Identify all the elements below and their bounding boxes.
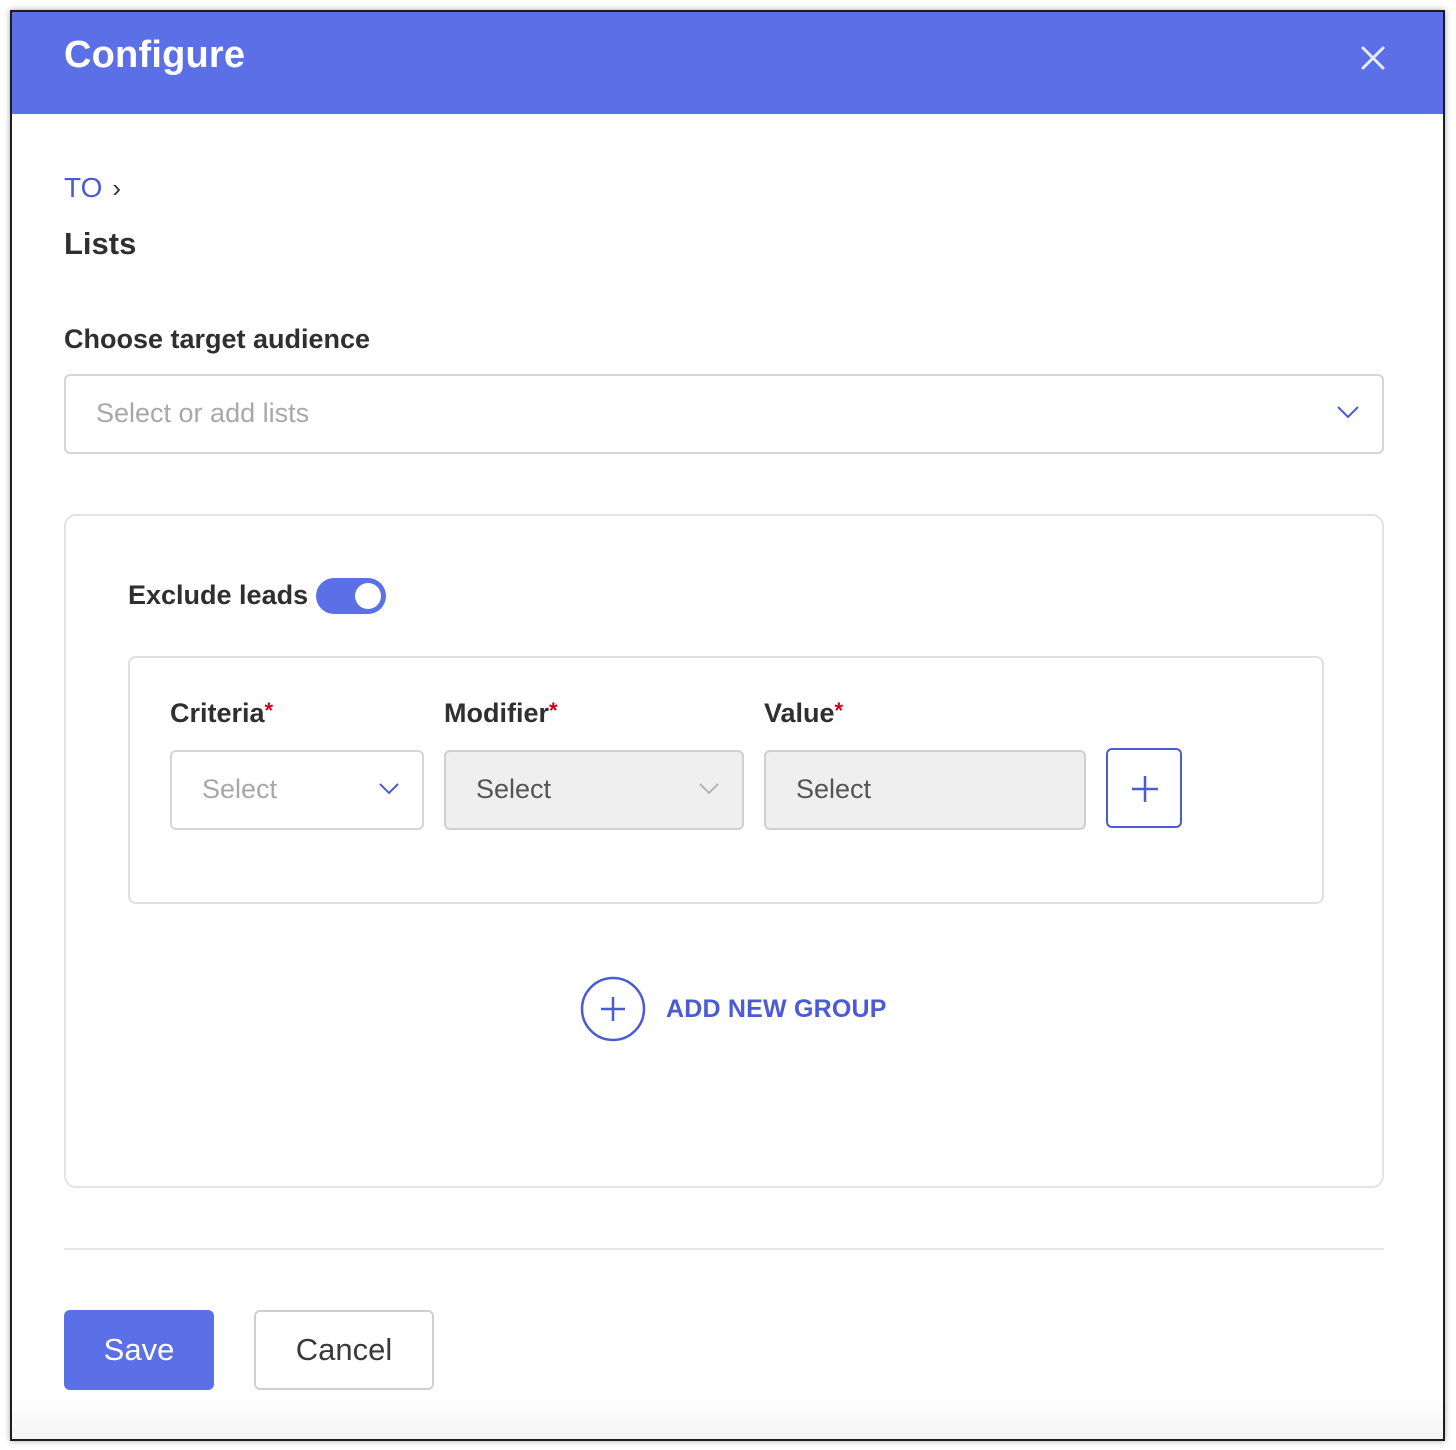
criteria-placeholder: Select [202,774,278,804]
criteria-label-text: Criteria [170,698,265,728]
breadcrumb: TO › [64,172,121,204]
modifier-select[interactable]: Select [444,750,744,830]
chevron-down-icon [699,783,719,795]
criteria-select[interactable]: Select [170,750,424,830]
value-placeholder: Select [796,774,872,804]
cancel-button[interactable]: Cancel [254,1310,434,1390]
plus-icon [1132,776,1158,802]
dialog-title: Configure [64,34,246,76]
add-new-group-label: ADD NEW GROUP [666,994,887,1023]
exclude-leads-label: Exclude leads [128,580,309,610]
exclude-panel: Exclude leads Criteria* Modifier* Value*… [64,514,1384,1188]
target-audience-label: Choose target audience [64,324,371,354]
value-label: Value* [764,698,843,729]
chevron-down-icon [379,783,399,795]
toggle-knob [355,583,381,609]
target-audience-select[interactable]: Select or add lists [64,374,1384,454]
required-mark: * [834,698,844,723]
dialog-header: Configure [12,12,1443,114]
exclude-leads-toggle[interactable] [316,578,386,614]
plus-circle-icon [580,976,646,1042]
close-icon[interactable] [1353,38,1393,78]
criteria-group: Criteria* Modifier* Value* Select Select [128,656,1324,904]
add-criteria-button[interactable] [1106,748,1182,828]
configure-dialog: Configure TO › Lists Choose target audie… [10,10,1445,1441]
footer-divider [64,1248,1384,1250]
modifier-label: Modifier* [444,698,558,729]
page-title: Lists [64,226,137,261]
save-button[interactable]: Save [64,1310,214,1390]
criteria-label: Criteria* [170,698,273,729]
breadcrumb-chevron-icon: › [112,172,122,203]
value-field[interactable]: Select [764,750,1086,830]
target-audience-placeholder: Select or add lists [96,398,310,428]
add-new-group-button[interactable]: ADD NEW GROUP [580,976,887,1042]
modifier-placeholder: Select [476,774,552,804]
required-mark: * [264,698,274,723]
required-mark: * [549,698,558,723]
bottom-shadow [12,1399,1443,1439]
breadcrumb-to-link[interactable]: TO [64,172,102,204]
modifier-label-text: Modifier [444,698,549,728]
value-label-text: Value [764,698,835,728]
chevron-down-icon [1337,406,1359,419]
